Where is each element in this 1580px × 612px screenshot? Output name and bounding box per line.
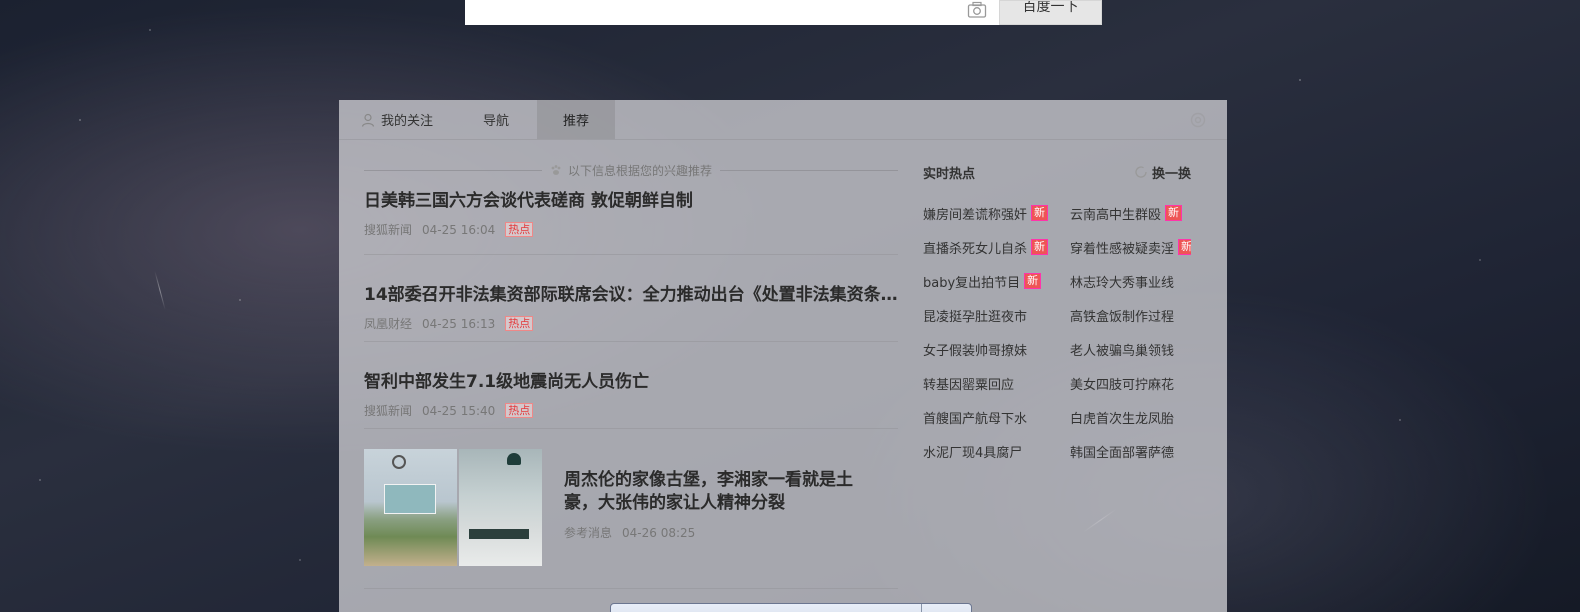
panel-tabs: 我的关注 导航 推荐 xyxy=(339,100,1227,140)
hot-item-text: 嫌房间差谎称强奸 xyxy=(923,207,1028,223)
new-badge: 新 xyxy=(1031,239,1049,255)
search-bar: 百度一下 xyxy=(465,0,1102,25)
hot-list-title: 实时热点 xyxy=(923,166,976,182)
hot-item-text: 韩国全面部署萨德 xyxy=(1070,445,1175,461)
new-badge: 新 xyxy=(1031,205,1049,221)
news-time: 04-25 15:40 xyxy=(422,403,496,418)
hot-item[interactable]: 白虎首次生龙凤胎 xyxy=(1070,400,1191,434)
news-title[interactable]: 14部委召开非法集资部际联席会议：全力推动出台《处置非法集资条例》 xyxy=(364,284,898,306)
hot-item-text: 老人被骗鸟巢领钱 xyxy=(1070,343,1175,359)
news-title[interactable]: 日美韩三国六方会谈代表磋商 敦促朝鲜自制 xyxy=(364,190,898,212)
new-badge: 新 xyxy=(1165,205,1183,221)
hot-item[interactable]: 转基因罂粟回应 xyxy=(923,366,1070,400)
hot-item[interactable]: 穿着性感被疑卖淫新 xyxy=(1070,230,1191,264)
news-item[interactable]: 日美韩三国六方会谈代表磋商 敦促朝鲜自制 搜狐新闻 04-25 16:04 热点 xyxy=(364,180,898,255)
news-time: 04-25 16:13 xyxy=(422,316,496,331)
news-item[interactable]: 14部委召开非法集资部际联席会议：全力推动出台《处置非法集资条例》 凤凰财经 0… xyxy=(364,255,898,342)
recommend-notice-text: 以下信息根据您的兴趣推荐 xyxy=(568,163,713,178)
camera-icon[interactable] xyxy=(967,1,987,19)
hot-item[interactable]: 云南高中生群殴新 xyxy=(1070,196,1191,230)
tab-my-follow[interactable]: 我的关注 xyxy=(339,100,463,139)
hot-item-text: 首艘国产航母下水 xyxy=(923,411,1028,427)
news-source: 搜狐新闻 xyxy=(364,404,413,418)
hot-item-text: 直播杀死女儿自杀 xyxy=(923,241,1028,257)
tab-navigation[interactable]: 导航 xyxy=(463,100,537,139)
tab-recommend[interactable]: 推荐 xyxy=(537,100,616,139)
search-button[interactable]: 百度一下 xyxy=(999,0,1102,25)
hot-item-text: 穿着性感被疑卖淫 xyxy=(1070,241,1175,257)
recommend-notice: 以下信息根据您的兴趣推荐 xyxy=(364,160,899,180)
news-source: 凤凰财经 xyxy=(364,317,413,331)
tab-navigation-label: 导航 xyxy=(483,114,510,129)
image-news-item[interactable]: 周杰伦的家像古堡，李湘家一看就是土豪，大张伟的家让人精神分裂 参考消息 04-2… xyxy=(364,429,898,589)
bottom-popup xyxy=(610,603,972,612)
news-feed: 以下信息根据您的兴趣推荐 日美韩三国六方会谈代表磋商 敦促朝鲜自制 搜狐新闻 0… xyxy=(364,140,899,589)
hot-badge: 热点 xyxy=(505,316,534,331)
new-badge: 新 xyxy=(1024,273,1042,289)
hot-item[interactable]: baby复出拍节目新 xyxy=(923,264,1070,298)
hot-item[interactable]: 嫌房间差谎称强奸新 xyxy=(923,196,1070,230)
search-input[interactable] xyxy=(465,0,999,25)
hot-item-text: 高铁盒饭制作过程 xyxy=(1070,309,1175,325)
hot-item[interactable]: 昆凌挺孕肚逛夜市 xyxy=(923,298,1070,332)
hot-list: 实时热点 换一换 嫌房间差谎称强奸新云南高中生群殴新直播杀死女儿自杀新穿着性感被… xyxy=(923,160,1191,468)
hot-item-text: 转基因罂粟回应 xyxy=(923,377,1015,393)
tab-recommend-label: 推荐 xyxy=(563,114,590,129)
news-thumbnail[interactable] xyxy=(364,449,542,566)
hot-item[interactable]: 林志玲大秀事业线 xyxy=(1070,264,1191,298)
hot-badge: 热点 xyxy=(505,403,534,418)
hot-item-text: 云南高中生群殴 xyxy=(1070,207,1162,223)
user-icon xyxy=(361,113,375,127)
hot-item-text: 昆凌挺孕肚逛夜市 xyxy=(923,309,1028,325)
hot-item-text: 白虎首次生龙凤胎 xyxy=(1070,411,1175,427)
news-title[interactable]: 智利中部发生7.1级地震尚无人员伤亡 xyxy=(364,371,898,393)
hot-item-text: 水泥厂现4具腐尸 xyxy=(923,445,1023,461)
search-button-label: 百度一下 xyxy=(1022,0,1079,15)
news-time: 04-25 16:04 xyxy=(422,222,496,237)
news-source: 搜狐新闻 xyxy=(364,223,413,237)
hot-item[interactable]: 水泥厂现4具腐尸 xyxy=(923,434,1070,468)
hot-item[interactable]: 高铁盒饭制作过程 xyxy=(1070,298,1191,332)
tab-my-follow-label: 我的关注 xyxy=(381,114,434,129)
feed-panel: 我的关注 导航 推荐 以下信息根据您的兴趣推荐 日美韩三国六方会谈代表磋商 敦促… xyxy=(339,100,1227,612)
refresh-button[interactable]: 换一换 xyxy=(1134,163,1191,182)
hot-item-text: 林志玲大秀事业线 xyxy=(1070,275,1175,291)
hot-grid: 嫌房间差谎称强奸新云南高中生群殴新直播杀死女儿自杀新穿着性感被疑卖淫新 baby复… xyxy=(923,196,1191,468)
news-item[interactable]: 智利中部发生7.1级地震尚无人员伤亡 搜狐新闻 04-25 15:40 热点 xyxy=(364,342,898,429)
hot-item[interactable]: 女子假装帅哥撩妹 xyxy=(923,332,1070,366)
hot-item[interactable]: 美女四肢可拧麻花 xyxy=(1070,366,1191,400)
news-source: 参考消息 xyxy=(564,526,613,540)
hot-item[interactable]: 老人被骗鸟巢领钱 xyxy=(1070,332,1191,366)
news-time: 04-26 08:25 xyxy=(622,525,696,540)
hot-item[interactable]: 直播杀死女儿自杀新 xyxy=(923,230,1070,264)
hot-badge: 热点 xyxy=(505,222,534,237)
news-title[interactable]: 周杰伦的家像古堡，李湘家一看就是土豪，大张伟的家让人精神分裂 xyxy=(564,469,884,515)
hot-item-text: 美女四肢可拧麻花 xyxy=(1070,377,1175,393)
new-badge: 新 xyxy=(1178,239,1191,255)
settings-icon[interactable] xyxy=(1189,111,1207,129)
hot-item-text: baby复出拍节目 xyxy=(923,275,1021,291)
paw-icon xyxy=(550,164,562,176)
refresh-icon xyxy=(1134,165,1148,179)
refresh-label: 换一换 xyxy=(1151,166,1191,182)
hot-item[interactable]: 韩国全面部署萨德 xyxy=(1070,434,1191,468)
hot-item[interactable]: 首艘国产航母下水 xyxy=(923,400,1070,434)
hot-item-text: 女子假装帅哥撩妹 xyxy=(923,343,1028,359)
